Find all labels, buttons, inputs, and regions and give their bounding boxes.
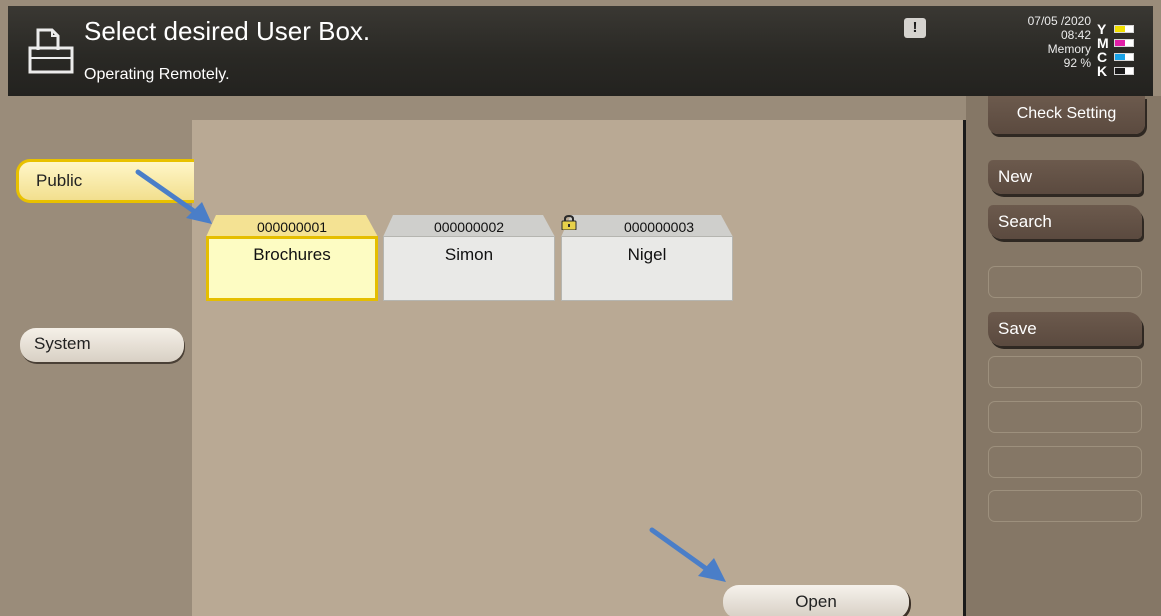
tab-system[interactable]: System (20, 328, 184, 362)
box-number: 000000003 (623, 219, 695, 235)
box-number: 000000001 (256, 219, 328, 235)
warning-icon[interactable]: ! (904, 18, 926, 38)
user-box-simon[interactable]: 000000002 Simon (383, 215, 555, 301)
toner-row-magenta: M (1097, 36, 1137, 50)
box-name: Brochures (253, 245, 331, 264)
toner-levels: Y M C K (1097, 22, 1137, 78)
tab-system-label: System (34, 334, 91, 353)
time-text: 08:42 (1060, 28, 1091, 42)
check-setting-label: Check Setting (1016, 105, 1117, 122)
disabled-function-button (988, 490, 1142, 522)
save-label: Save (998, 319, 1037, 338)
new-label: New (998, 167, 1033, 186)
disabled-function-button (988, 266, 1142, 298)
disabled-function-button (988, 356, 1142, 388)
toner-bar (1114, 39, 1134, 47)
open-button[interactable]: Open (723, 585, 909, 616)
search-button[interactable]: Search (988, 205, 1142, 239)
toner-row-yellow: Y (1097, 22, 1137, 36)
copier-screen: Select desired User Box. Operating Remot… (0, 0, 1161, 616)
toner-letter: K (1097, 63, 1108, 79)
open-button-label: Open (795, 592, 837, 611)
status-message: Operating Remotely. (84, 66, 230, 83)
disabled-function-button (988, 401, 1142, 433)
box-number: 000000002 (433, 219, 505, 235)
box-number-tab: 000000003 (561, 215, 733, 237)
box-number-tab: 000000002 (383, 215, 555, 237)
user-box-icon (28, 28, 74, 74)
memory-label: Memory (1047, 42, 1091, 56)
date-text: 07/05 /2020 (1027, 14, 1091, 28)
user-box-nigel[interactable]: 000000003 Nigel (561, 215, 733, 301)
toner-letter: Y (1097, 21, 1107, 37)
box-body: Brochures (206, 236, 378, 301)
header-bar: Select desired User Box. Operating Remot… (8, 6, 1153, 96)
memory-value: 92 % (1063, 56, 1091, 70)
toner-row-black: K (1097, 64, 1137, 78)
box-name: Simon (444, 245, 494, 264)
arrow-icon (649, 527, 726, 582)
user-box-brochures[interactable]: 000000001 Brochures (206, 215, 378, 301)
new-button[interactable]: New (988, 160, 1142, 194)
tab-public-label: Public (36, 171, 83, 190)
disabled-function-button (988, 446, 1142, 478)
check-setting-button[interactable]: Check Setting (988, 96, 1145, 134)
save-button[interactable]: Save (988, 312, 1142, 346)
status-readout: 07/05 /2020 08:42 Memory 92 % (1028, 14, 1091, 70)
box-body: Simon (383, 236, 555, 301)
toner-bar (1114, 25, 1134, 33)
toner-letter: C (1097, 49, 1108, 65)
toner-letter: M (1097, 35, 1109, 51)
page-title: Select desired User Box. (84, 16, 371, 46)
box-name: Nigel (627, 245, 667, 264)
box-body: Nigel (561, 236, 733, 301)
toner-bar (1114, 53, 1134, 61)
search-label: Search (998, 212, 1052, 231)
toner-bar (1114, 67, 1134, 75)
arrow-icon (135, 169, 212, 224)
box-number-tab: 000000001 (206, 215, 378, 237)
toner-row-cyan: C (1097, 50, 1137, 64)
box-list-panel (192, 120, 963, 616)
